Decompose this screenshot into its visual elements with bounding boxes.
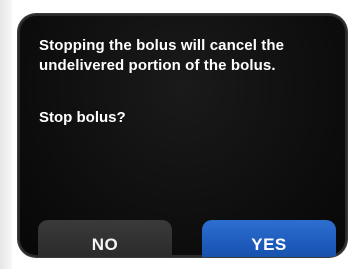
yes-button[interactable]: YES <box>202 220 336 257</box>
device-edge <box>0 0 12 269</box>
no-button-label: NO <box>91 235 119 254</box>
no-button[interactable]: NO <box>38 220 172 257</box>
touch-screen: Stopping the bolus will cancel the undel… <box>18 14 347 257</box>
yes-button-label: YES <box>251 235 287 254</box>
device-bezel: Stopping the bolus will cancel the undel… <box>0 0 359 269</box>
dialog-message: Stopping the bolus will cancel the undel… <box>39 37 285 74</box>
dialog-question: Stop bolus? <box>39 109 126 126</box>
